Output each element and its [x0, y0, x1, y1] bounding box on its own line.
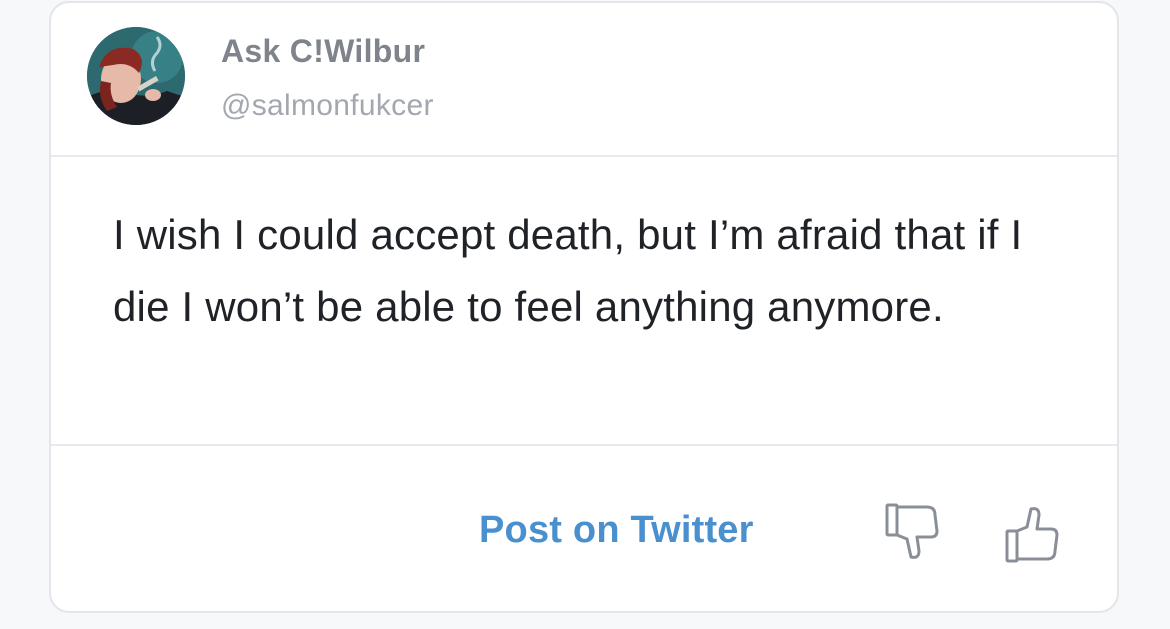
- footer-divider: [51, 444, 1117, 446]
- avatar-image: [87, 27, 185, 125]
- post-text: I wish I could accept death, but I’m afr…: [113, 211, 1023, 330]
- thumbs-up-icon[interactable]: [1001, 503, 1063, 565]
- user-handle[interactable]: @salmonfukcer: [221, 89, 434, 123]
- card-header: Ask C!Wilbur @salmonfukcer: [51, 3, 1117, 155]
- post-on-twitter-button[interactable]: Post on Twitter: [479, 509, 754, 552]
- question-card: Ask C!Wilbur @salmonfukcer I wish I coul…: [49, 1, 1119, 613]
- avatar[interactable]: [87, 27, 185, 125]
- display-name[interactable]: Ask C!Wilbur: [221, 33, 425, 70]
- thumbs-down-icon[interactable]: [883, 501, 945, 563]
- header-divider: [51, 155, 1117, 157]
